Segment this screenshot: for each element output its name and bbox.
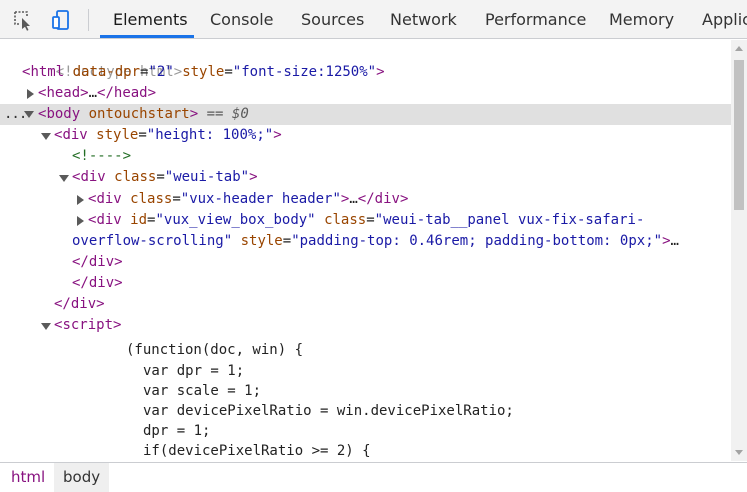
collapse-triangle-icon[interactable] [59,175,69,182]
device-toolbar-icon[interactable] [50,9,72,31]
more-options-dots[interactable]: ... [4,104,27,125]
scroll-up-arrow-icon[interactable] [735,46,743,51]
tab-network[interactable]: Network [390,0,457,38]
tab-memory[interactable]: Memory [609,0,674,38]
dom-node-weui-tab[interactable]: <div class="weui-tab"> [72,167,258,188]
dom-node-html[interactable]: <html data-dpr="2" style="font-size:1250… [22,62,385,83]
script-source-line: (function(doc, win) { [126,342,304,358]
active-tab-indicator [100,35,194,38]
selected-node-marker: == $0 [206,106,249,122]
tab-console[interactable]: Console [210,0,274,38]
scrollbar-thumb[interactable] [734,60,744,210]
expand-triangle-icon[interactable] [77,216,84,226]
dom-node-vux-header[interactable]: <div class="vux-header header">…</div> [88,189,408,210]
breadcrumb-html[interactable]: html [2,463,54,492]
vertical-scrollbar[interactable] [731,40,747,461]
dom-node-close-div[interactable]: </div> [72,252,123,273]
dom-node-view-box-continued[interactable]: overflow-scrolling" style="padding-top: … [72,231,679,252]
script-source-line: if(devicePixelRatio >= 2) { [143,443,371,459]
script-source-line: var devicePixelRatio = win.devicePixelRa… [143,403,514,419]
expand-triangle-icon[interactable] [27,89,34,99]
dom-node-div-root[interactable]: <div style="height: 100%;"> [54,125,282,146]
dom-node-close-div[interactable]: </div> [72,273,123,294]
dom-node-script[interactable]: <script> [54,315,121,336]
breadcrumb-body[interactable]: body [54,463,110,492]
script-source-line: var scale = 1; [143,383,262,399]
inspect-element-icon[interactable] [12,9,34,31]
script-source-line: var dpr = 1; [143,363,245,379]
tab-elements[interactable]: Elements [113,0,188,38]
tab-performance[interactable]: Performance [485,0,586,38]
devtools-toolbar: Elements Console Sources Network Perform… [0,0,747,39]
dom-tree: <!doctype html> <html data-dpr="2" style… [0,40,731,461]
script-source-line: dpr = 1; [143,423,211,439]
collapse-triangle-icon[interactable] [41,323,51,330]
tab-application[interactable]: Applic [702,0,747,38]
dom-node-head[interactable]: <head>…</head> [38,83,156,104]
collapse-triangle-icon[interactable] [41,133,51,140]
toolbar-separator [88,9,89,31]
breadcrumb: html body [0,462,747,492]
dom-node-doctype[interactable]: <!doctype html> [22,41,182,80]
dom-node-comment[interactable]: <!----> [72,146,131,167]
collapse-triangle-icon[interactable] [24,111,34,118]
tab-sources[interactable]: Sources [301,0,364,38]
dom-node-close-div[interactable]: </div> [54,294,105,315]
scroll-down-arrow-icon[interactable] [735,450,743,455]
dom-node-view-box[interactable]: <div id="vux_view_box_body" class="weui-… [88,210,644,231]
expand-triangle-icon[interactable] [77,195,84,205]
dom-node-body-selected[interactable]: ... <body ontouchstart> == $0 [0,104,731,125]
